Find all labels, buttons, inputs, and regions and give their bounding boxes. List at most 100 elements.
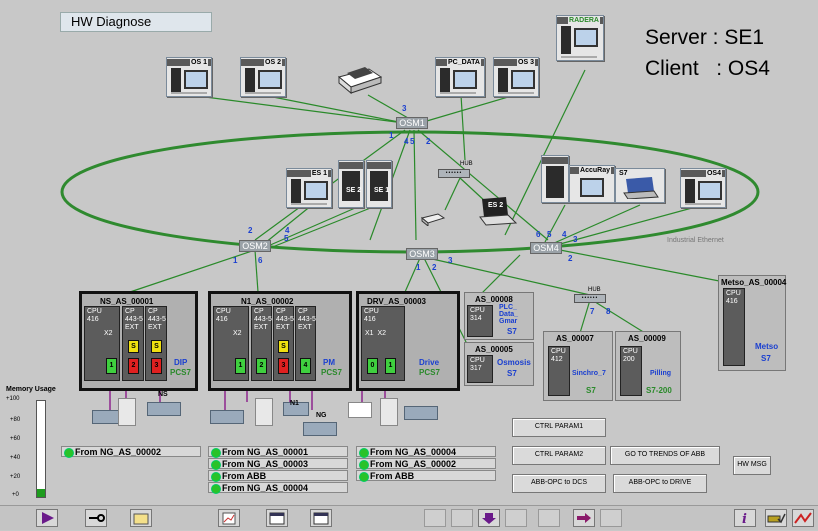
link-status-row[interactable]: From NG_AS_00004 xyxy=(208,482,348,494)
station-radera[interactable]: RADERA xyxy=(556,15,604,61)
signal-icon[interactable] xyxy=(792,509,814,527)
station-label: OS 3 xyxy=(517,59,535,66)
key-icon[interactable] xyxy=(85,509,107,527)
station-es1[interactable]: ES 1 xyxy=(286,168,332,208)
station-es2-laptop[interactable]: ES 2 xyxy=(476,195,518,227)
port-number: 6 xyxy=(258,256,263,265)
hw-msg-button[interactable]: HW MSG xyxy=(733,456,771,475)
plc-drv-as-00003[interactable]: DRV_AS_00003 CPU 416 X1 X2 0 1 Drive PCS… xyxy=(356,291,460,391)
port-number: 3 xyxy=(448,256,453,265)
status-led-1: 1 xyxy=(235,358,246,374)
hub-2[interactable]: •••••• xyxy=(574,294,606,303)
osm1-switch[interactable]: OSM1 xyxy=(396,117,428,129)
plc-ns-as-00001[interactable]: NS_AS_00001 CPU 416 X2 CP 443-5 EXT CP 4… xyxy=(79,291,198,391)
plc-as-00005[interactable]: AS_00005 CPU 317 Osmosis S7 xyxy=(464,342,534,386)
station-label: SE 2 xyxy=(346,187,362,194)
folder-icon[interactable] xyxy=(130,509,152,527)
svg-text:i: i xyxy=(742,512,747,526)
printer-small-icon xyxy=(420,210,446,228)
station-label: PC_DATA xyxy=(446,59,481,66)
status-led-0: 0 xyxy=(367,358,378,374)
tick: +20 xyxy=(10,474,21,480)
station-label: OS 2 xyxy=(264,59,282,66)
ok-status-icon xyxy=(211,448,221,458)
link-status-row[interactable]: From NG_AS_00001 xyxy=(208,446,348,458)
link-status-row[interactable]: From ABB xyxy=(208,470,348,482)
station-se2[interactable]: SE 2 xyxy=(338,160,364,208)
plc-n1-as-00002[interactable]: N1_AS_00002 CPU 416 X2 CP 443-5 EXT CP 4… xyxy=(208,291,352,391)
plc-as-00008[interactable]: AS_00008 CPU 314 PLC_ Data_ Gmar S7 xyxy=(464,292,534,340)
plc-badge: PM xyxy=(323,358,335,367)
nav-end-icon[interactable] xyxy=(600,509,622,527)
link-status-row[interactable]: From NG_AS_00003 xyxy=(208,458,348,470)
station-s7[interactable]: S7 xyxy=(615,168,665,203)
plc-type: PCS7 xyxy=(321,368,342,377)
status-led-1: 1 xyxy=(385,358,396,374)
station-os2[interactable]: OS 2 xyxy=(240,57,286,97)
link-status-row[interactable]: From ABB xyxy=(356,470,496,482)
ok-status-icon xyxy=(211,460,221,470)
acknowledge-icon[interactable] xyxy=(765,509,787,527)
plc-as-00007[interactable]: AS_00007 CPU 412 Sinchro_7 S7 xyxy=(543,331,613,401)
nav-up-icon[interactable] xyxy=(451,509,473,527)
status-s-led: S xyxy=(151,340,162,353)
link-status-row[interactable]: From NG_AS_00004 xyxy=(356,446,496,458)
window2-icon[interactable] xyxy=(310,509,332,527)
hub-label: HUB xyxy=(588,287,601,293)
cpu-module: CPU 314 xyxy=(467,305,493,337)
plc-title: AS_00007 xyxy=(556,334,594,343)
plc-title: NS_AS_00001 xyxy=(100,297,154,306)
port-number: 5 xyxy=(547,230,552,239)
plc-badge: Sinchro_7 xyxy=(572,370,606,377)
port-number: 3 xyxy=(402,104,407,113)
status-led-2: 2 xyxy=(128,358,139,374)
port-number: 4 xyxy=(404,137,409,146)
port-number: 2 xyxy=(248,226,253,235)
memory-usage-label: Memory Usage xyxy=(6,386,56,393)
nav-forward-icon[interactable] xyxy=(573,509,595,527)
plc-badge: Osmosis xyxy=(497,358,531,367)
ctrl-param2-button[interactable]: CTRL PARAM2 xyxy=(512,446,606,465)
station-se1[interactable]: SE 1 xyxy=(366,160,392,208)
link-status-row[interactable]: From NG_AS_00002 xyxy=(356,458,496,470)
station-pc-data[interactable]: PC_DATA xyxy=(435,57,485,97)
port-number: 8 xyxy=(606,307,611,316)
plc-metso-as-00004[interactable]: Metso_AS_00004 CPU 416 Metso S7 xyxy=(718,275,786,371)
osm2-switch[interactable]: OSM2 xyxy=(239,240,271,252)
status-led-1: 1 xyxy=(106,358,117,374)
tick: +60 xyxy=(10,436,21,442)
link-text: From NG_AS_00001 xyxy=(222,447,309,457)
station-os1[interactable]: OS 1 xyxy=(166,57,212,97)
station-label: OS 1 xyxy=(190,59,208,66)
ctrl-param1-button[interactable]: CTRL PARAM1 xyxy=(512,418,606,437)
io-rack-icon xyxy=(147,402,181,416)
station-os4[interactable]: OS4 xyxy=(680,168,726,208)
nav-right-icon[interactable] xyxy=(505,509,527,527)
station-srv[interactable] xyxy=(541,155,569,203)
plc-title: AS_00008 xyxy=(475,295,513,304)
memory-gauge: +100 +80 +60 +40 +20 +0 xyxy=(6,396,46,500)
link-status-row[interactable]: From NG_AS_00002 xyxy=(61,446,201,458)
status-led-2: 2 xyxy=(256,358,267,374)
nav-down-icon[interactable] xyxy=(478,509,500,527)
trends-abb-button[interactable]: GO TO TRENDS OF ABB xyxy=(610,446,720,465)
play-icon[interactable] xyxy=(36,509,58,527)
station-label: ES 1 xyxy=(310,170,328,177)
plc-as-00009[interactable]: AS_00009 CPU 200 Pilling S7-200 xyxy=(615,331,681,401)
station-label: ES 2 xyxy=(488,202,504,209)
port-number: 1 xyxy=(416,263,421,272)
osm3-switch[interactable]: OSM3 xyxy=(406,248,438,260)
station-os3[interactable]: OS 3 xyxy=(493,57,539,97)
abb-opc-dcs-button[interactable]: ABB-OPC to DCS xyxy=(512,474,606,493)
window-icon[interactable] xyxy=(266,509,288,527)
plc-title: N1_AS_00002 xyxy=(241,297,294,306)
station-accuray[interactable]: AccuRay xyxy=(569,165,615,203)
nav-back-icon[interactable] xyxy=(538,509,560,527)
osm4-switch[interactable]: OSM4 xyxy=(530,242,562,254)
hub-1[interactable]: •••••• xyxy=(438,169,470,178)
abb-opc-drive-button[interactable]: ABB-OPC to DRIVE xyxy=(613,474,707,493)
ok-status-icon xyxy=(359,472,369,482)
chart-icon[interactable] xyxy=(218,509,240,527)
nav-left-icon[interactable] xyxy=(424,509,446,527)
info-icon[interactable]: i xyxy=(734,509,756,527)
